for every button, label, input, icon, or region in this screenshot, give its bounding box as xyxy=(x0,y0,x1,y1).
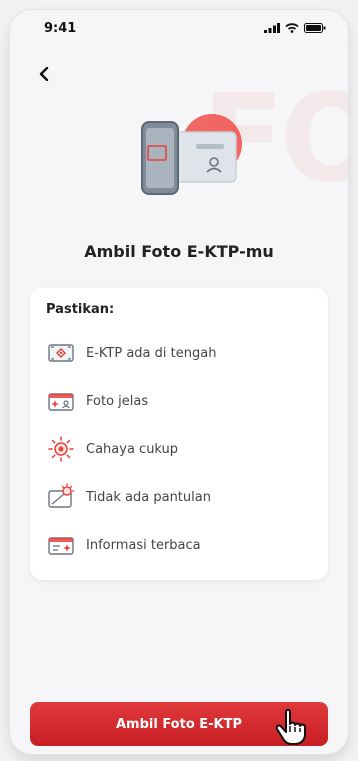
signal-icon xyxy=(264,23,280,33)
checklist-item-label: Foto jelas xyxy=(86,393,149,409)
status-icons xyxy=(264,23,326,33)
back-button[interactable] xyxy=(34,64,54,84)
list-item: Informasi terbaca xyxy=(46,521,312,569)
checklist-item-label: Tidak ada pantulan xyxy=(86,489,211,505)
take-ektp-photo-button[interactable]: Ambil Foto E-KTP xyxy=(30,702,328,746)
wifi-icon xyxy=(285,23,299,33)
checklist: E-KTP ada di tengah Foto jelas Cahaya cu… xyxy=(46,329,312,569)
page-title: Ambil Foto E-KTP-mu xyxy=(84,242,274,261)
list-item: Tidak ada pantulan xyxy=(46,473,312,521)
checklist-item-label: Cahaya cukup xyxy=(86,441,179,457)
list-item: E-KTP ada di tengah xyxy=(46,329,312,377)
readable-card-icon xyxy=(48,537,74,555)
status-time: 9:41 xyxy=(44,20,77,36)
phone-screen: 9:41 FO xyxy=(10,10,348,754)
list-item: Cahaya cukup xyxy=(46,425,312,473)
ektp-illustration xyxy=(141,114,242,195)
list-item: Foto jelas xyxy=(46,377,312,425)
checklist-card: Pastikan: E-KTP ada di tengah Foto jelas… xyxy=(30,288,328,580)
checklist-item-label: E-KTP ada di tengah xyxy=(86,345,217,361)
checklist-item-label: Informasi terbaca xyxy=(86,537,201,553)
chevron-left-icon xyxy=(39,67,49,81)
no-reflection-icon xyxy=(48,483,75,508)
checklist-heading: Pastikan: xyxy=(46,302,115,317)
status-bar: 9:41 xyxy=(10,10,348,46)
clear-card-icon xyxy=(48,393,74,411)
center-frame-icon xyxy=(48,344,74,362)
battery-icon xyxy=(304,23,326,33)
sun-icon xyxy=(48,436,74,462)
